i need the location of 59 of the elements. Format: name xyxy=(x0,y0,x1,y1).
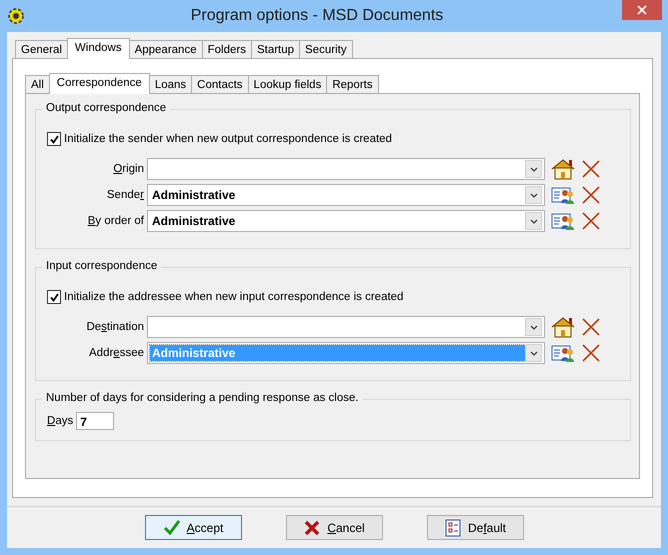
group-title: Output correspondence xyxy=(42,102,170,114)
close-icon xyxy=(637,5,647,15)
clear-icon xyxy=(581,159,601,179)
caret-icon xyxy=(530,192,538,198)
days-field[interactable]: 7 xyxy=(76,412,114,430)
clear-icon xyxy=(581,317,601,337)
tab[interactable]: Lookup fields xyxy=(248,75,328,93)
checkbox[interactable] xyxy=(47,290,61,304)
close-button[interactable] xyxy=(622,0,662,20)
dropdown-field[interactable] xyxy=(147,316,545,338)
clear-icon xyxy=(581,185,601,205)
accept-button[interactable]: Accept xyxy=(144,515,242,540)
cross-icon xyxy=(303,518,322,536)
caret-icon xyxy=(530,324,538,330)
checkbox-label: Initialize the sender when new output correspondence is created xyxy=(64,133,392,145)
field-label: Sender xyxy=(106,189,145,201)
tab[interactable]: Loans xyxy=(148,75,192,93)
window-title: Program options - MSD Documents xyxy=(190,7,444,25)
tab[interactable]: General xyxy=(15,40,68,58)
tab[interactable]: Appearance xyxy=(128,40,203,58)
contacts-icon xyxy=(551,211,575,231)
tab[interactable]: All xyxy=(25,75,50,93)
gear-icon xyxy=(6,6,26,26)
group-title: Number of days for considering a pending response as close. xyxy=(42,392,363,404)
house-icon xyxy=(551,158,575,180)
checkbox[interactable] xyxy=(47,132,61,146)
cancel-button[interactable]: Cancel xyxy=(286,515,382,540)
form-icon xyxy=(444,518,462,536)
field-label: Addressee xyxy=(88,347,145,359)
dropdown-field[interactable]: Administrative xyxy=(147,210,545,232)
field-label: Days xyxy=(47,415,74,427)
checkbox-label: Initialize the addressee when new input correspondence is created xyxy=(64,291,404,303)
contacts-icon xyxy=(551,185,575,205)
check-icon xyxy=(50,134,58,144)
check-icon xyxy=(50,292,58,302)
tab[interactable]: Startup xyxy=(250,40,300,58)
contacts-icon xyxy=(551,343,575,363)
field-label: Origin xyxy=(112,163,145,175)
dropdown-value: Administrative xyxy=(150,345,525,361)
caret-icon xyxy=(530,218,538,224)
field-label: Destination xyxy=(85,321,145,333)
tab[interactable]: Contacts xyxy=(191,75,249,93)
field-label: By order of xyxy=(86,215,145,227)
caret-icon xyxy=(530,166,538,172)
dropdown-value: Administrative xyxy=(151,213,236,229)
dropdown-field[interactable]: Administrative xyxy=(147,184,545,206)
dropdown-value: Administrative xyxy=(151,187,236,203)
check-icon xyxy=(162,518,181,536)
caret-icon xyxy=(530,350,538,356)
house-icon xyxy=(551,316,575,338)
group-title: Input correspondence xyxy=(42,260,162,272)
tab[interactable]: Correspondence xyxy=(48,73,150,94)
default-button[interactable]: Default xyxy=(426,515,524,540)
tab[interactable]: Windows xyxy=(66,38,130,59)
tab[interactable]: Reports xyxy=(326,75,379,93)
clear-icon xyxy=(581,211,601,231)
tab[interactable]: Security xyxy=(299,40,353,58)
dropdown-field[interactable] xyxy=(147,158,545,180)
clear-icon xyxy=(581,343,601,363)
